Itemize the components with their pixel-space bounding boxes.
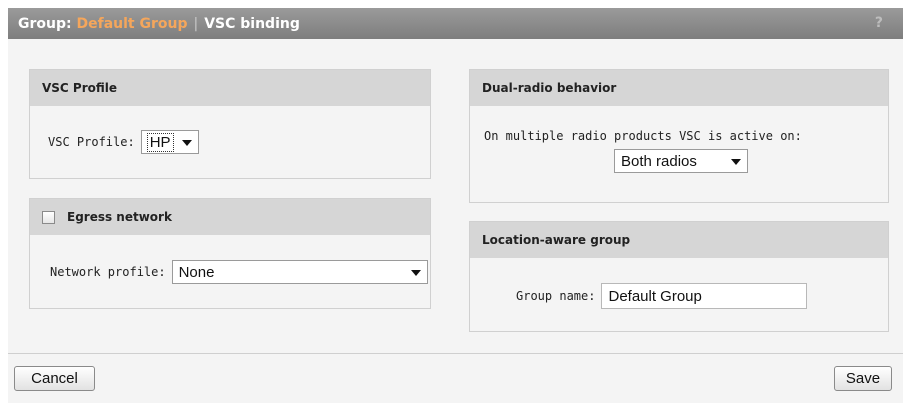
save-button[interactable]: Save (834, 366, 892, 391)
vsc-profile-label: VSC Profile: (48, 135, 135, 149)
dual-radio-header: Dual-radio behavior (470, 70, 888, 106)
dual-radio-select[interactable]: Both radios (614, 149, 748, 173)
button-bar: Cancel Save (8, 353, 903, 403)
network-profile-label: Network profile: (50, 265, 166, 279)
egress-network-panel: Egress network Network profile: None (29, 198, 431, 309)
title-prefix: Group: (18, 15, 72, 32)
help-icon[interactable]: ? (875, 15, 883, 31)
network-profile-select[interactable]: None (171, 260, 428, 284)
vsc-profile-select[interactable]: HP (140, 130, 199, 154)
page-title: Group: Default Group | VSC binding (18, 16, 300, 32)
location-aware-group-header: Location-aware group (470, 222, 888, 258)
vsc-profile-panel: VSC Profile VSC Profile: HP (29, 69, 431, 179)
group-name-input[interactable]: Default Group (601, 283, 808, 309)
chevron-down-icon (410, 270, 421, 276)
dual-radio-panel: Dual-radio behavior On multiple radio pr… (469, 69, 889, 203)
title-page-name: VSC binding (204, 15, 300, 32)
vsc-binding-window: Group: Default Group | VSC binding ? VSC P… (8, 8, 903, 403)
network-profile-value: None (178, 263, 215, 281)
chevron-down-icon (181, 140, 192, 146)
dual-radio-value: Both radios (621, 152, 697, 170)
title-separator: | (193, 15, 199, 32)
group-name-label: Group name: (516, 289, 596, 303)
vsc-profile-header: VSC Profile (30, 70, 430, 106)
dual-radio-label: On multiple radio products VSC is active… (484, 129, 802, 143)
egress-network-checkbox[interactable] (42, 210, 55, 224)
group-name-value: Default Group (608, 287, 702, 305)
chevron-down-icon (731, 159, 741, 165)
location-aware-group-panel: Location-aware group Group name: Default… (469, 221, 889, 332)
egress-network-title: Egress network (67, 210, 172, 224)
cancel-button[interactable]: Cancel (14, 366, 95, 391)
vsc-profile-value: HP (146, 132, 174, 152)
egress-network-header: Egress network (30, 199, 430, 235)
title-bar: Group: Default Group | VSC binding ? (8, 8, 903, 39)
title-group-name[interactable]: Default Group (76, 16, 187, 32)
